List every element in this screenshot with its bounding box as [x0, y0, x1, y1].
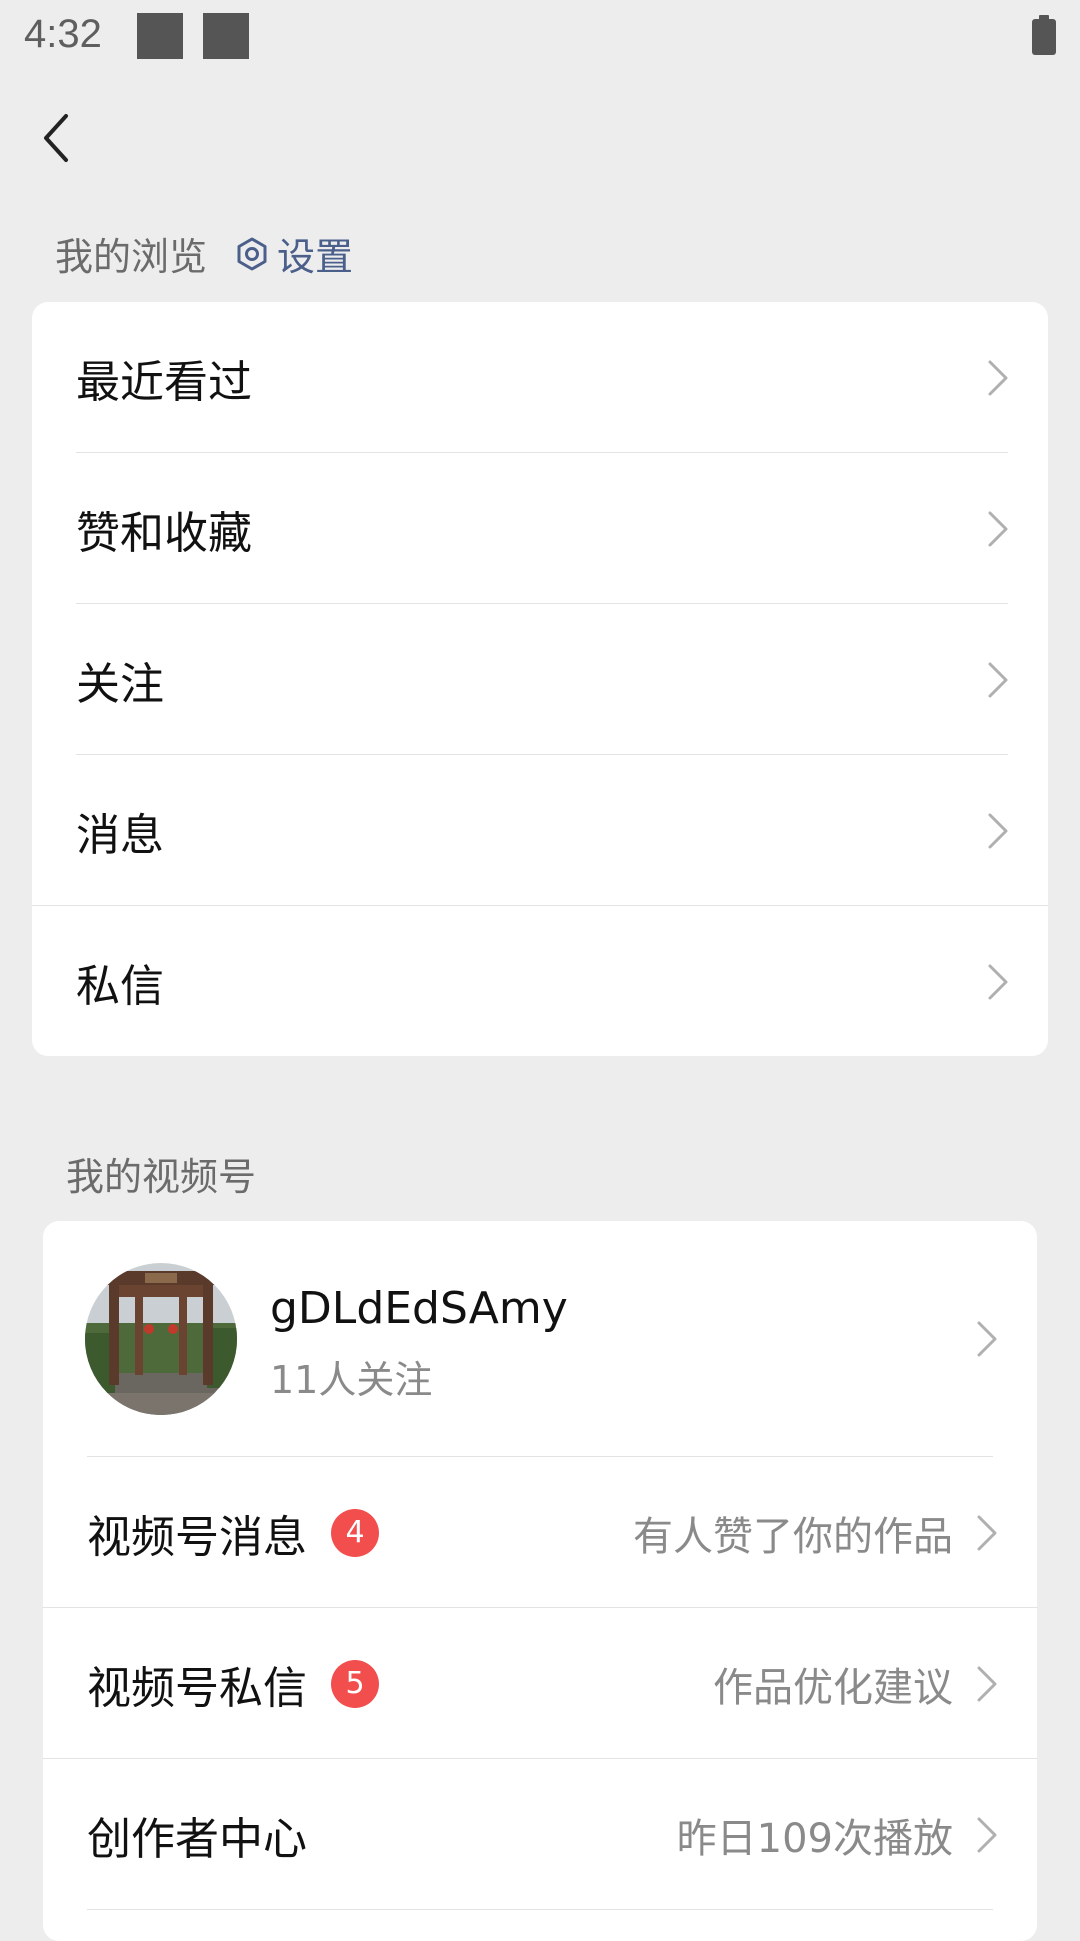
back-button[interactable] [28, 104, 84, 172]
chevron-left-icon [44, 114, 68, 162]
settings-link[interactable]: 设置 [235, 226, 353, 281]
list-item-label: 赞和收藏 [76, 507, 252, 559]
notification-icon [203, 13, 249, 59]
chevron-right-icon [977, 1515, 997, 1550]
chevron-right-icon [988, 511, 1008, 546]
list-item-channel-private-messages[interactable]: 视频号私信 5 作品优化建议 [43, 1608, 1037, 1759]
notification-icon [137, 13, 183, 59]
list-item-label: 视频号消息 [87, 1511, 307, 1563]
row-hint: 作品优化建议 [713, 1664, 953, 1711]
browse-section-header: 我的浏览 设置 [55, 226, 353, 281]
list-item-label: 视频号私信 [87, 1662, 307, 1714]
status-time: 4:32 [24, 12, 102, 56]
row-hint: 有人赞了你的作品 [633, 1513, 953, 1560]
divider [87, 1909, 993, 1910]
list-item-private-messages[interactable]: 私信 [32, 906, 1048, 1056]
channels-section-header: 我的视频号 [66, 1146, 256, 1201]
channel-profile-row[interactable]: gDLdEdSAmy 11人关注 [43, 1221, 1037, 1457]
chevron-right-icon [988, 662, 1008, 697]
settings-label: 设置 [277, 235, 354, 279]
browse-card: 最近看过 赞和收藏 关注 消息 私信 [32, 302, 1048, 1056]
list-item-likes-favorites[interactable]: 赞和收藏 [32, 453, 1048, 604]
battery-icon [1032, 15, 1056, 55]
settings-icon [237, 237, 267, 270]
follower-count: 11人关注 [270, 1358, 433, 1402]
avatar [85, 1263, 237, 1415]
list-item-label: 最近看过 [76, 356, 252, 408]
chevron-right-icon [977, 1321, 997, 1357]
list-item-label: 私信 [76, 960, 164, 1012]
list-item-label: 关注 [76, 658, 164, 710]
list-item-recently-viewed[interactable]: 最近看过 [32, 302, 1048, 453]
chevron-right-icon [977, 1666, 997, 1701]
chevron-right-icon [988, 360, 1008, 395]
channel-name: gDLdEdSAmy [270, 1283, 568, 1334]
list-item-messages[interactable]: 消息 [32, 755, 1048, 906]
list-item-following[interactable]: 关注 [32, 604, 1048, 755]
unread-badge: 5 [331, 1659, 379, 1708]
chevron-right-icon [988, 964, 1008, 999]
list-item-channel-messages[interactable]: 视频号消息 4 有人赞了你的作品 [43, 1457, 1037, 1608]
unread-badge: 4 [331, 1508, 379, 1557]
chevron-right-icon [977, 1817, 997, 1852]
section-title: 我的视频号 [66, 1155, 257, 1199]
section-title: 我的浏览 [55, 235, 208, 279]
list-item-creator-center[interactable]: 创作者中心 昨日109次播放 [43, 1759, 1037, 1910]
chevron-right-icon [988, 813, 1008, 848]
row-hint: 昨日109次播放 [676, 1815, 953, 1862]
channels-card: gDLdEdSAmy 11人关注 视频号消息 4 有人赞了你的作品 视频号私信 … [43, 1221, 1037, 1941]
list-item-label: 消息 [76, 809, 164, 861]
list-item-label: 创作者中心 [87, 1813, 307, 1865]
status-bar: 4:32 [0, 0, 1080, 75]
